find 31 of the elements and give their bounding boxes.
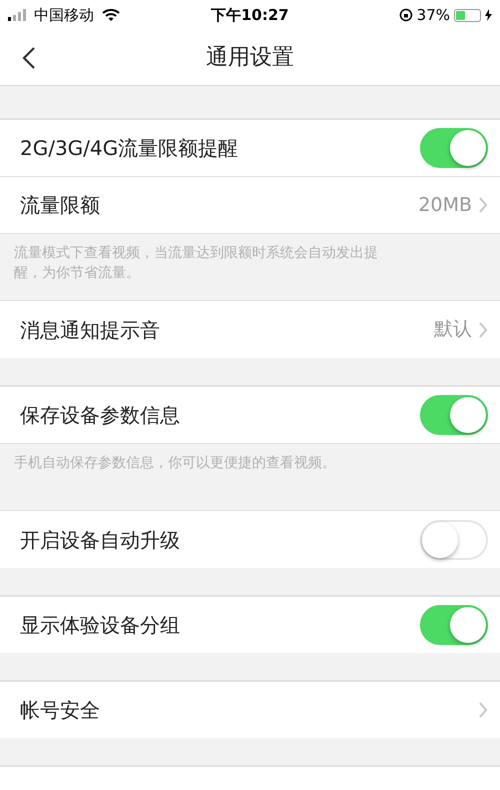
settings-row[interactable]: 消息通知提示音 默认 [0, 301, 500, 358]
row-label: 消息通知提示音 [20, 316, 161, 344]
row-label: 开启设备自动升级 [20, 526, 181, 554]
rotation-lock-icon [398, 8, 413, 22]
hint-text: 流量模式下查看视频，当流量达到限额时系统会自动发出提醒，为你节省流量。 [14, 244, 379, 283]
row-label: 流量限额 [20, 192, 101, 219]
settings-row[interactable]: 2G/3G/4G流量限额提醒 [0, 119, 500, 176]
toggle-switch[interactable] [420, 605, 488, 645]
wifi-icon [102, 8, 120, 22]
row-value: 默认 [434, 317, 472, 342]
chevron-icon [478, 196, 488, 214]
settings-row[interactable]: 保存设备参数信息 [0, 386, 500, 443]
status-time: 下午10:27 [211, 4, 289, 26]
toggle-switch[interactable] [420, 128, 488, 168]
settings-row[interactable]: 帐号安全 [0, 681, 500, 738]
row-label: 保存设备参数信息 [20, 402, 181, 429]
chevron-icon [478, 320, 488, 338]
toggle-switch[interactable] [420, 395, 488, 435]
chevron-icon [478, 701, 488, 719]
row-label: 2G/3G/4G流量限额提醒 [20, 135, 240, 162]
carrier-name: 中国移动 [34, 4, 94, 26]
settings-row[interactable]: 开启设备自动升级 [0, 511, 500, 568]
settings-row[interactable]: 显示体验设备分组 [0, 596, 500, 653]
row-label: 帐号安全 [20, 697, 101, 724]
settings-row[interactable]: 流量限额 20MB [0, 176, 500, 233]
row-label: 显示体验设备分组 [20, 612, 181, 639]
battery-percent: 37% [416, 4, 450, 26]
hint-text: 手机自动保存参数信息，你可以更便捷的查看视频。 [14, 454, 337, 473]
row-value: 20MB [418, 192, 472, 218]
battery-icon [454, 8, 481, 22]
page-title: 通用设置 [206, 44, 294, 72]
